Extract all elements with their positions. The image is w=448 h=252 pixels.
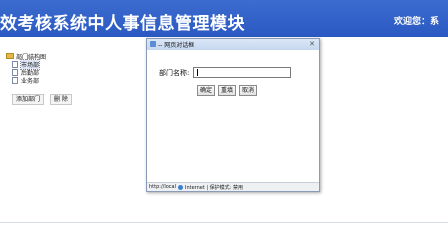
globe-icon: [177, 184, 183, 190]
reset-button[interactable]: 重填: [218, 85, 237, 96]
dialog-titlebar[interactable]: -- 网页对话框 ✕: [147, 39, 319, 50]
add-department-button[interactable]: 添加部门: [12, 94, 45, 105]
department-name-label: 部门名称:: [159, 68, 190, 77]
department-tree: 部门结构图 市场部 后勤部 业务部: [6, 52, 46, 85]
tree-item-business[interactable]: 业务部: [12, 76, 46, 85]
app-title: 效考核系统中人事信息管理模块: [0, 14, 245, 34]
dialog-statusbar: http://local Internet | 保护模式: 禁用: [147, 182, 319, 191]
cancel-button[interactable]: 取消: [239, 85, 258, 96]
dialog-title: -- 网页对话框: [158, 42, 195, 49]
web-dialog: -- 网页对话框 ✕ 部门名称: 确定 重填 取消 http://local I…: [146, 38, 320, 192]
app-header: 效考核系统中人事信息管理模块 欢迎您：系: [0, 0, 448, 37]
divider: [0, 222, 448, 223]
department-name-input[interactable]: [193, 67, 292, 78]
dialog-buttons: 确定 重填 取消: [197, 85, 258, 96]
tree-item-label: 业务部: [21, 77, 40, 85]
close-icon[interactable]: ✕: [307, 40, 317, 48]
welcome-text: 欢迎您：系: [394, 17, 440, 27]
document-icon: [12, 76, 18, 84]
confirm-button[interactable]: 确定: [197, 85, 216, 96]
status-zone: Internet | 保护模式: 禁用: [184, 184, 243, 191]
ie-icon: [150, 41, 156, 47]
folder-icon: [6, 53, 14, 59]
document-icon: [12, 60, 18, 68]
status-url: http://local: [149, 184, 176, 190]
text-caret: [197, 69, 199, 76]
department-name-row: 部门名称:: [159, 67, 292, 78]
delete-button[interactable]: 删 除: [50, 94, 72, 105]
sidebar-actions: 添加部门 删 除: [12, 94, 72, 105]
document-icon: [12, 68, 18, 76]
